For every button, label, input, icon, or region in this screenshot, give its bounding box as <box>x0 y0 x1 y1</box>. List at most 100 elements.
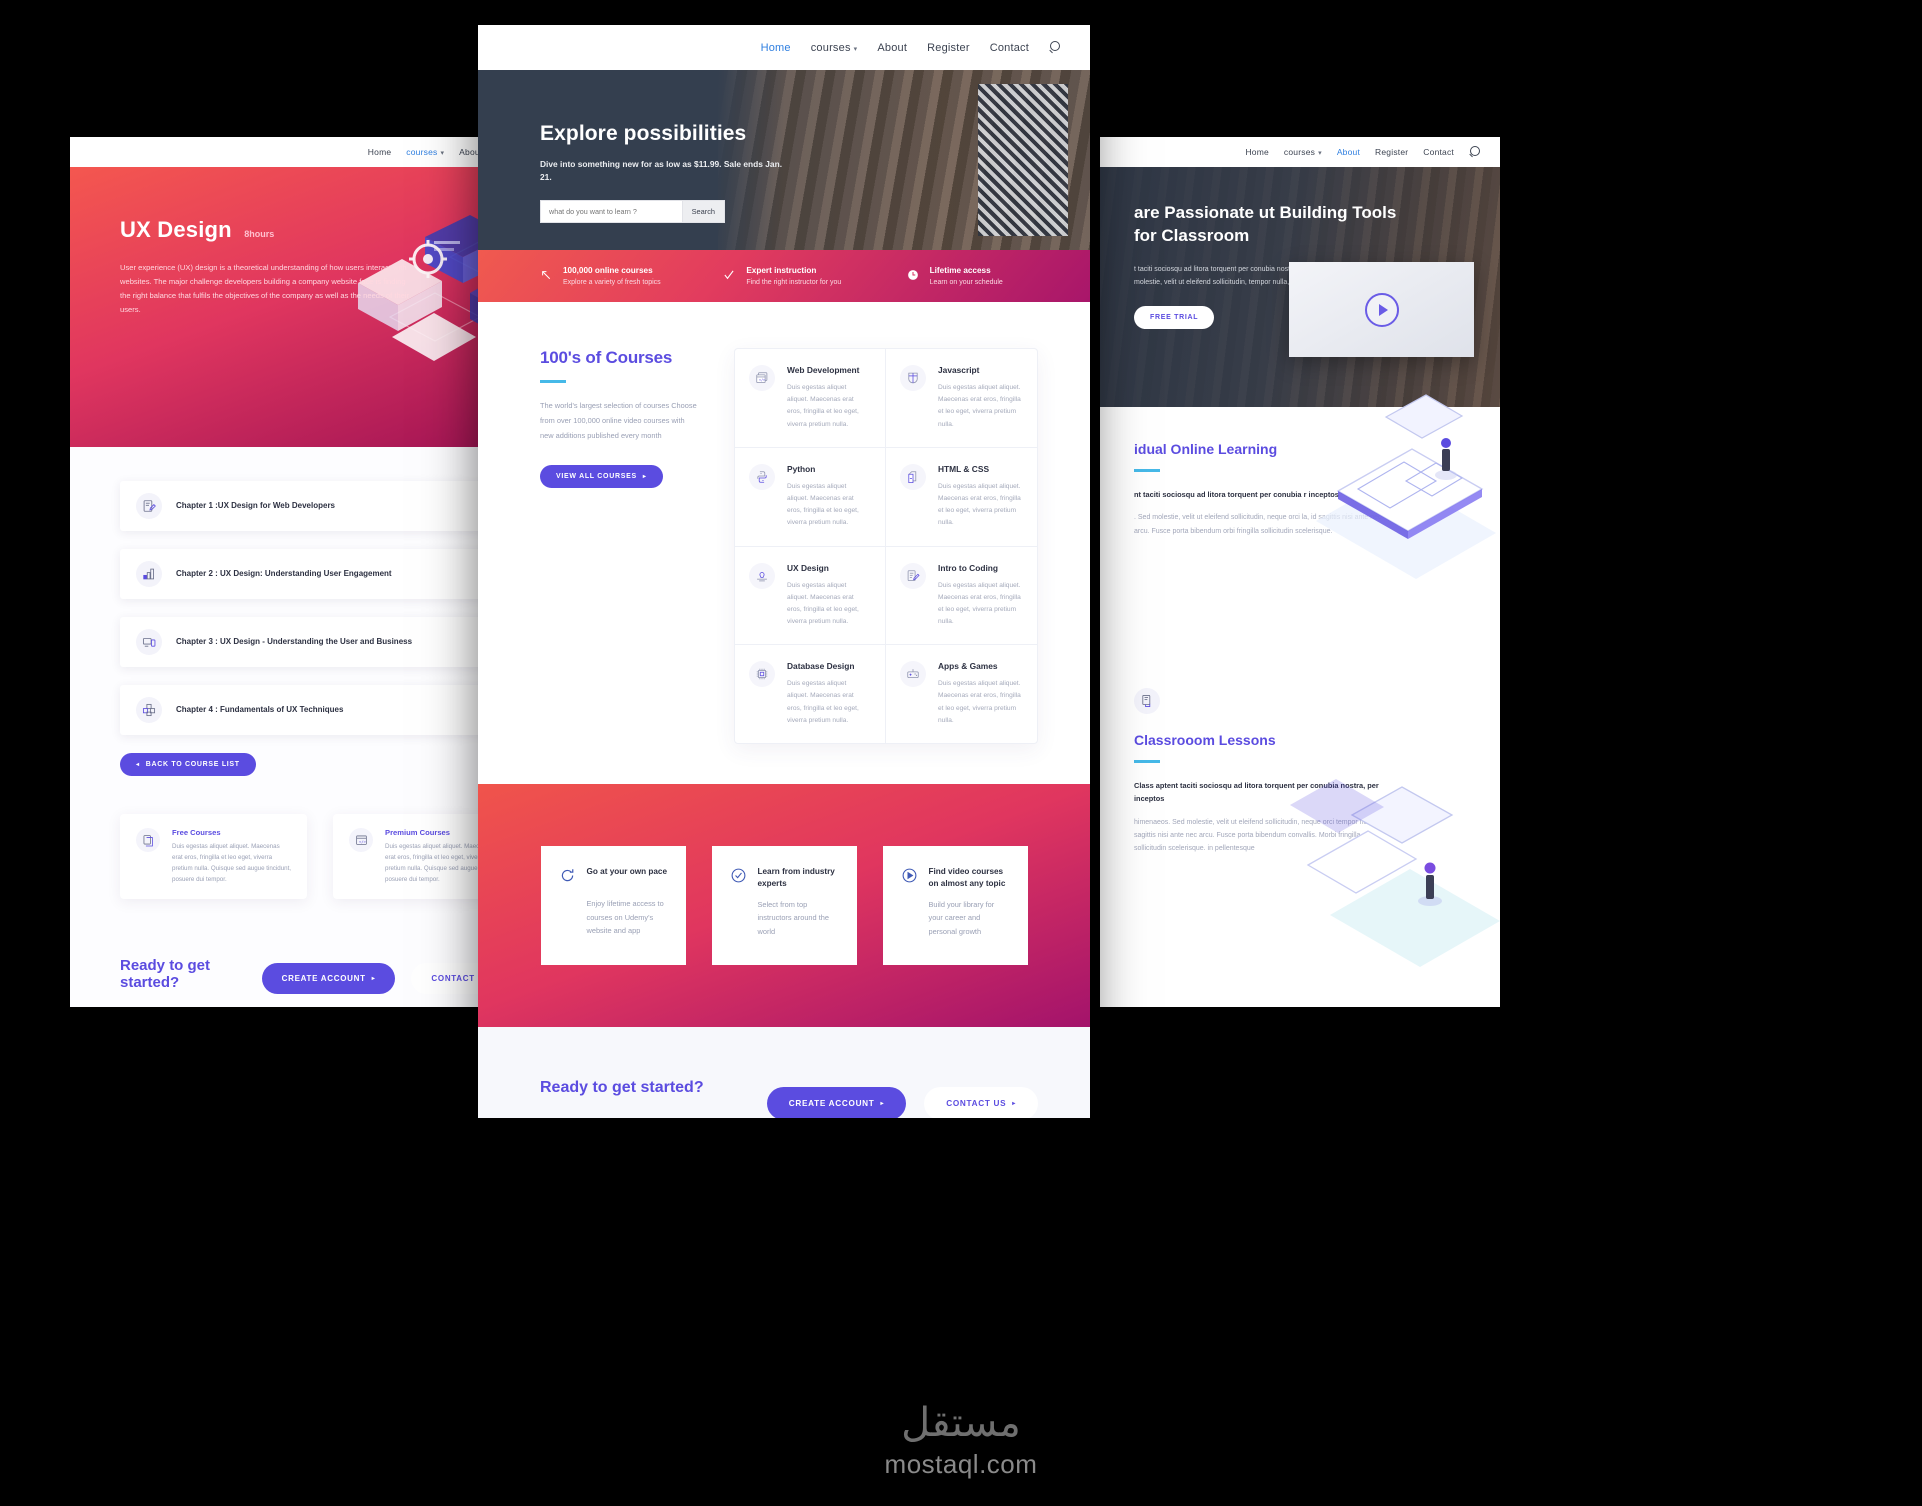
course-title: Intro to Coding <box>938 562 999 573</box>
chapter-title: Chapter 3 : UX Design - Understanding th… <box>176 637 413 646</box>
files-icon <box>136 828 160 852</box>
nav-link-contact[interactable]: Contact <box>990 42 1029 54</box>
chapter-item[interactable]: Chapter 2 : UX Design: Understanding Use… <box>120 549 520 599</box>
nav-link-home[interactable]: Home <box>1245 147 1268 157</box>
code-window-icon: </> <box>749 365 775 391</box>
course-title: HTML & CSS <box>938 463 990 474</box>
course-cell[interactable]: Database Design Duis egestas aliquet ali… <box>735 645 886 743</box>
nav-link-courses[interactable]: courses ▾ <box>1284 147 1322 157</box>
watermark: مستقل mostaql.com <box>0 1403 1922 1480</box>
course-cell[interactable]: Apps & Games Duis egestas aliquet alique… <box>886 645 1037 743</box>
watermark-arabic: مستقل <box>901 1400 1021 1446</box>
nav-link-courses-label: courses <box>1283 147 1316 157</box>
accent-rule <box>1134 759 1160 763</box>
feature-item: Lifetime access Learn on your schedule <box>907 266 1090 286</box>
benefit-desc: Enjoy lifetime access to courses on Udem… <box>586 899 664 936</box>
gamepad-icon <box>900 661 926 688</box>
course-title: UX Design <box>120 217 232 242</box>
course-cell[interactable]: UX Design Duis egestas aliquet aliquet. … <box>735 546 886 646</box>
chapter-item[interactable]: Chapter 4 : Fundamentals of UX Technique… <box>120 685 520 735</box>
center-cta-section: Ready to get started? Get in touch, or c… <box>478 1026 1090 1118</box>
back-button-label: BACK TO COURSE LIST <box>145 761 240 768</box>
benefit-card[interactable]: Go at your own pace Enjoy lifetime acces… <box>540 846 686 965</box>
course-cell[interactable]: Javascript Duis egestas aliquet aliquet.… <box>886 349 1037 448</box>
arrow-right-icon: ▸ <box>642 474 647 481</box>
benefit-desc: Select from top instructors around the w… <box>757 899 829 937</box>
left-cta-section: Ready to get started? Get in touch, or c… <box>120 957 520 1007</box>
pencil-document-icon <box>136 493 162 519</box>
cta-heading: Ready to get started? <box>120 957 211 992</box>
nav-link-register[interactable]: Register <box>927 42 970 54</box>
mini-card[interactable]: Free Courses Duis egestas aliquet alique… <box>120 814 307 900</box>
about-body: idual Online Learning nt taciti sociosqu… <box>1100 394 1500 968</box>
benefit-card[interactable]: Find video courses on almost any topic B… <box>882 846 1028 965</box>
benefit-title: Go at your own pace <box>586 867 668 876</box>
nav-link-about[interactable]: About <box>1337 147 1360 157</box>
svg-text:</>: </> <box>759 378 765 382</box>
arrow-up-left-icon <box>540 268 552 286</box>
benefit-title: Find video courses on almost any topic <box>928 867 1006 888</box>
free-trial-button[interactable]: FREE TRIAL <box>1134 305 1215 329</box>
nav-link-courses[interactable]: courses ▾ <box>406 147 444 157</box>
clock-icon <box>907 268 919 286</box>
chevron-down-icon: ▾ <box>1318 150 1322 157</box>
chapter-item[interactable]: Chapter 3 : UX Design - Understanding th… <box>120 617 520 667</box>
create-account-button[interactable]: CREATE ACCOUNT ▸ <box>261 963 396 995</box>
course-cell[interactable]: </> Web Development Duis egestas aliquet… <box>735 349 886 448</box>
accent-rule <box>1134 469 1160 472</box>
nav-link-courses-label: courses <box>406 147 438 157</box>
arrow-left-icon: ◂ <box>136 762 140 768</box>
create-account-label: CREATE ACCOUNT <box>788 1098 875 1108</box>
create-account-label: CREATE ACCOUNT <box>281 974 366 984</box>
benefit-card[interactable]: Learn from industry experts Select from … <box>711 846 857 965</box>
isometric-person-illustration <box>1290 779 1500 968</box>
html-css-file-icon <box>900 463 926 490</box>
search-icon[interactable] <box>1469 145 1482 159</box>
mini-card-title: Free Courses <box>172 828 221 837</box>
nav-link-courses-label: courses <box>810 41 851 54</box>
course-desc: Duis egestas aliquet aliquet. Maecenas e… <box>938 680 1021 724</box>
video-thumbnail[interactable] <box>1289 262 1474 357</box>
course-title: UX Design <box>787 562 829 573</box>
course-cell[interactable]: Python Duis egestas aliquet aliquet. Mae… <box>735 447 886 547</box>
course-cell[interactable]: Intro to Coding Duis egestas aliquet ali… <box>886 547 1037 646</box>
contact-us-button[interactable]: CONTACT US ▸ <box>924 1086 1038 1118</box>
search-button[interactable]: Search <box>681 201 724 223</box>
chevron-down-icon: ▾ <box>440 150 445 157</box>
back-to-course-list-button[interactable]: ◂ BACK TO COURSE LIST <box>120 753 256 776</box>
nav-link-about[interactable]: About <box>877 42 907 54</box>
course-cell[interactable]: HTML & CSS Duis egestas aliquet aliquet.… <box>886 448 1037 547</box>
benefits-section: Go at your own pace Enjoy lifetime acces… <box>478 784 1090 1027</box>
arrow-right-icon: ▸ <box>1012 1100 1016 1107</box>
course-title: Python <box>787 463 816 474</box>
view-all-courses-label: VIEW ALL COURSES <box>556 473 637 481</box>
feature-item: Expert instruction Find the right instru… <box>723 266 906 286</box>
courses-heading: 100's of Courses <box>540 348 673 367</box>
search-input[interactable] <box>541 201 682 223</box>
right-page-navbar: Home courses ▾ About Register Contact <box>1100 137 1500 167</box>
nav-link-home[interactable]: Home <box>761 42 791 54</box>
course-description: User experience (UX) design is a theoret… <box>120 263 410 315</box>
play-button-icon[interactable] <box>1364 292 1399 327</box>
create-account-button[interactable]: CREATE ACCOUNT ▸ <box>766 1086 907 1118</box>
nav-link-contact[interactable]: Contact <box>1423 147 1454 157</box>
center-page-navbar: Home courses ▾ About Register Contact <box>478 25 1090 70</box>
benefit-title: Learn from industry experts <box>757 867 835 888</box>
chapter-title: Chapter 2 : UX Design: Understanding Use… <box>176 569 392 578</box>
view-all-courses-button[interactable]: VIEW ALL COURSES ▸ <box>540 465 663 489</box>
nav-link-courses[interactable]: courses ▾ <box>811 42 858 54</box>
nav-items: Home courses ▾ About Register Contact <box>761 41 1090 54</box>
course-desc: Duis egestas aliquet aliquet. Maecenas e… <box>787 482 859 527</box>
chapter-item[interactable]: Chapter 1 :UX Design for Web Developers <box>120 481 520 531</box>
course-desc: Duis egestas aliquet aliquet. Maecenas e… <box>938 384 1021 428</box>
screenshot-canvas: Home courses▾ About Register C <box>0 0 1922 1506</box>
course-duration: 8hours <box>244 229 275 239</box>
course-desc: Duis egestas aliquet aliquet. Maecenas e… <box>938 581 1021 626</box>
watermark-latin: mostaql.com <box>884 1449 1038 1479</box>
nav-link-home[interactable]: Home <box>368 147 391 157</box>
benefit-desc: Build your library for your career and p… <box>928 899 995 937</box>
search-icon[interactable] <box>1049 41 1062 54</box>
arrow-right-icon: ▸ <box>880 1100 885 1107</box>
nav-link-register[interactable]: Register <box>1375 147 1408 157</box>
contact-us-label: CONTACT US <box>946 1098 1007 1108</box>
